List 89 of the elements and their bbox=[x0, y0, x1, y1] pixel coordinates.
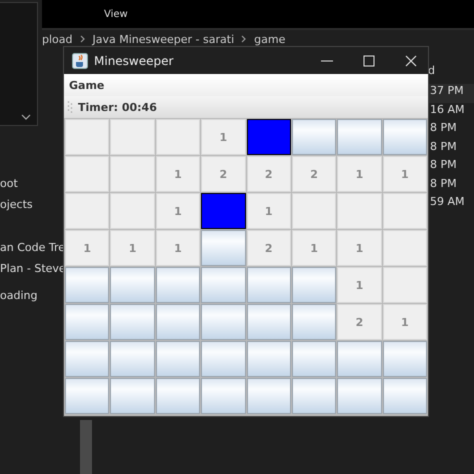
cup-icon bbox=[72, 52, 88, 68]
hidden-cell[interactable] bbox=[156, 378, 200, 414]
open-cell[interactable]: 2 bbox=[292, 156, 336, 192]
hidden-cell[interactable] bbox=[292, 267, 336, 303]
hidden-cell[interactable] bbox=[65, 378, 110, 414]
hidden-cell[interactable] bbox=[292, 304, 336, 340]
timer-label: Timer: 00:46 bbox=[78, 100, 157, 114]
window-title: Minesweeper bbox=[94, 54, 174, 68]
hidden-cell[interactable] bbox=[156, 304, 200, 340]
hidden-cell[interactable] bbox=[201, 304, 246, 340]
modified-time: 8 PM bbox=[429, 176, 458, 192]
open-cell[interactable]: 1 bbox=[246, 193, 291, 229]
open-cell[interactable]: 1 bbox=[156, 193, 200, 229]
open-cell[interactable]: 2 bbox=[337, 304, 382, 340]
hidden-cell[interactable] bbox=[292, 378, 336, 414]
hidden-cell[interactable] bbox=[65, 304, 110, 340]
breadcrumb-item[interactable]: Java Minesweeper - sarati bbox=[92, 32, 234, 46]
hidden-cell[interactable] bbox=[292, 341, 336, 377]
open-cell[interactable]: 1 bbox=[156, 156, 200, 192]
modified-time: 8 PM bbox=[429, 121, 458, 136]
open-cell[interactable] bbox=[382, 193, 427, 229]
open-cell[interactable] bbox=[382, 267, 427, 303]
open-cell[interactable] bbox=[65, 193, 110, 229]
open-cell[interactable]: 1 bbox=[337, 156, 382, 192]
hidden-cell[interactable] bbox=[382, 341, 427, 377]
open-cell[interactable]: 1 bbox=[201, 119, 246, 155]
scrollbar[interactable] bbox=[80, 420, 92, 474]
menu-item[interactable]: View bbox=[104, 8, 128, 20]
open-cell[interactable] bbox=[292, 193, 336, 229]
flagged-cell[interactable] bbox=[201, 193, 246, 229]
hidden-cell[interactable] bbox=[110, 341, 155, 377]
open-cell[interactable] bbox=[382, 230, 427, 266]
open-cell[interactable]: 2 bbox=[201, 156, 246, 192]
flagged-cell[interactable] bbox=[246, 119, 291, 155]
open-cell[interactable]: 1 bbox=[337, 230, 382, 266]
sidebar-item[interactable]: oot bbox=[0, 177, 63, 198]
chevron-down-icon[interactable] bbox=[21, 113, 31, 121]
chevron-icon bbox=[78, 35, 86, 43]
menu-item[interactable]: Game bbox=[69, 78, 104, 92]
hidden-cell[interactable] bbox=[246, 304, 291, 340]
hidden-cell[interactable] bbox=[201, 267, 246, 303]
hidden-cell[interactable] bbox=[201, 378, 246, 414]
open-cell[interactable] bbox=[65, 119, 110, 155]
open-cell[interactable]: 1 bbox=[156, 230, 200, 266]
open-cell[interactable] bbox=[337, 193, 382, 229]
hidden-cell[interactable] bbox=[382, 378, 427, 414]
maximize-icon[interactable] bbox=[362, 54, 376, 68]
breadcrumb-item[interactable]: pload bbox=[42, 32, 72, 46]
modified-time: 59 AM bbox=[429, 195, 466, 210]
hidden-cell[interactable] bbox=[246, 378, 291, 414]
open-cell[interactable]: 1 bbox=[110, 230, 155, 266]
open-cell[interactable]: 1 bbox=[382, 156, 427, 192]
hidden-cell[interactable] bbox=[110, 378, 155, 414]
open-cell[interactable] bbox=[110, 119, 155, 155]
open-cell[interactable]: 1 bbox=[292, 230, 336, 266]
sidebar-item[interactable]: ojects bbox=[0, 198, 63, 219]
open-cell[interactable] bbox=[156, 119, 200, 155]
hidden-cell[interactable] bbox=[110, 304, 155, 340]
hidden-cell[interactable] bbox=[337, 341, 382, 377]
chevron-icon bbox=[240, 35, 248, 43]
hidden-cell[interactable] bbox=[337, 378, 382, 414]
modified-time: 37 PM bbox=[428, 84, 474, 102]
open-cell[interactable] bbox=[65, 156, 110, 192]
grip-icon[interactable] bbox=[67, 100, 73, 114]
hidden-cell[interactable] bbox=[201, 341, 246, 377]
open-cell[interactable]: 1 bbox=[65, 230, 110, 266]
hidden-cell[interactable] bbox=[65, 267, 110, 303]
open-cell[interactable] bbox=[110, 156, 155, 192]
hidden-cell[interactable] bbox=[65, 341, 110, 377]
modified-time: 16 AM bbox=[429, 102, 466, 118]
open-cell[interactable]: 2 bbox=[246, 156, 291, 192]
hidden-cell[interactable] bbox=[156, 341, 200, 377]
hidden-cell[interactable] bbox=[292, 119, 336, 155]
modified-time: 8 PM bbox=[429, 140, 458, 154]
hidden-cell[interactable] bbox=[110, 267, 155, 303]
close-icon[interactable] bbox=[404, 54, 418, 68]
hidden-cell[interactable] bbox=[246, 267, 291, 303]
open-cell[interactable]: 2 bbox=[246, 230, 291, 266]
breadcrumb-item[interactable]: game bbox=[254, 32, 286, 46]
modified-time: 8 PM bbox=[429, 158, 458, 173]
hidden-cell[interactable] bbox=[246, 341, 291, 377]
hidden-cell[interactable] bbox=[382, 119, 427, 155]
open-cell[interactable] bbox=[110, 193, 155, 229]
hidden-cell[interactable] bbox=[201, 230, 246, 266]
hidden-cell[interactable] bbox=[156, 267, 200, 303]
open-cell[interactable]: 1 bbox=[382, 304, 427, 340]
sidebar-item[interactable]: oading bbox=[0, 289, 63, 310]
open-cell[interactable]: 1 bbox=[337, 267, 382, 303]
hidden-cell[interactable] bbox=[337, 119, 382, 155]
